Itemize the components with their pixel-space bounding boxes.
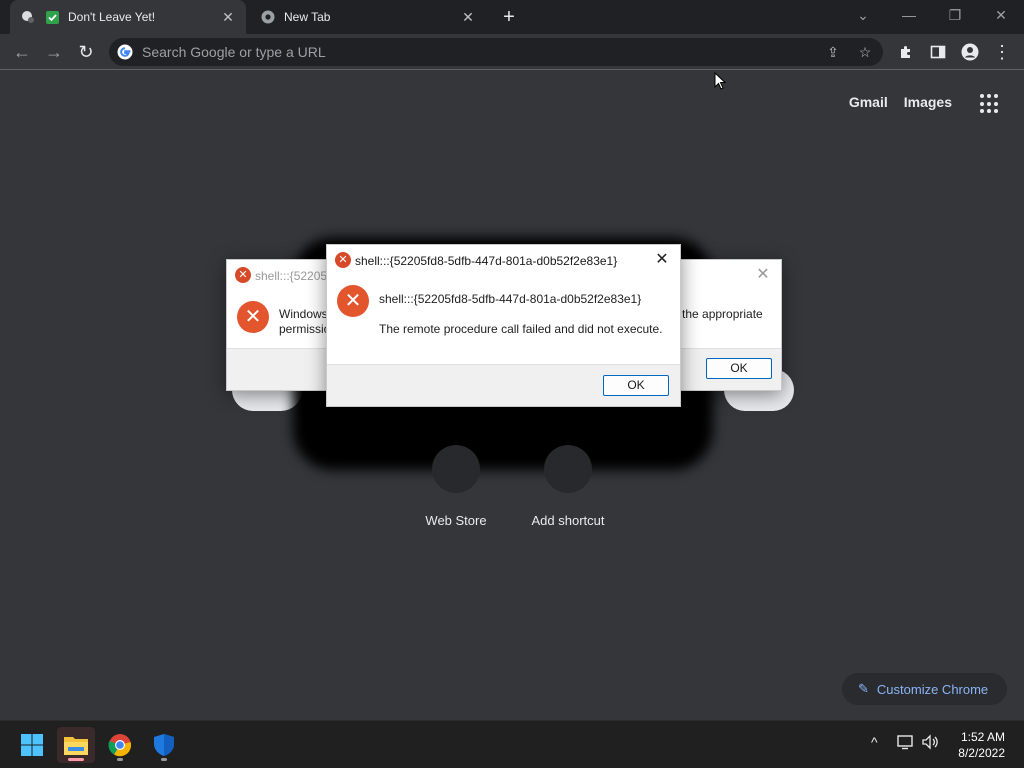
add-shortcut-icon	[544, 445, 592, 493]
foreground-error-dialog: ✕ shell:::{52205fd8-5dfb-447d-801a-d0b52…	[326, 244, 681, 407]
dialog-close-button[interactable]: ✕	[753, 265, 773, 285]
customize-chrome-button[interactable]: ✎ Customize Chrome	[842, 673, 1007, 705]
taskbar-clock[interactable]: 1:52 AM 8/2/2022	[958, 729, 1005, 761]
chrome-taskbar-icon[interactable]	[101, 727, 139, 763]
back-arrow-icon[interactable]: ←	[11, 41, 33, 63]
kebab-menu-icon[interactable]: ⋮	[991, 41, 1013, 63]
gmail-link[interactable]: Gmail	[849, 94, 888, 110]
tab-new-tab[interactable]: New Tab ✕	[250, 0, 486, 34]
shortcut-label: Add shortcut	[531, 513, 605, 528]
dialog-footer: OK	[327, 364, 680, 406]
pencil-icon: ✎	[858, 681, 869, 696]
dialog-message: the appropriate	[682, 307, 763, 321]
volume-icon[interactable]	[922, 734, 940, 753]
close-window-button[interactable]: ✕	[989, 6, 1013, 26]
bookmark-star-icon[interactable]: ☆	[856, 43, 874, 61]
mouse-cursor-icon	[714, 71, 727, 95]
tab-dont-leave-yet[interactable]: Don't Leave Yet! ✕	[10, 0, 246, 34]
dialog-heading: shell:::{52205fd8-5dfb-447d-801a-d0b52f2…	[379, 292, 642, 306]
google-g-icon	[117, 44, 133, 60]
show-hidden-icons-chevron-icon[interactable]: ^	[871, 734, 878, 750]
running-indicator	[117, 758, 123, 761]
google-apps-grid-icon[interactable]	[980, 94, 1000, 114]
restore-button[interactable]: ❐	[943, 6, 967, 26]
web-store-icon	[432, 445, 480, 493]
ok-button[interactable]: OK	[706, 358, 772, 379]
dialog-close-button[interactable]: ✕	[652, 250, 672, 270]
shortcut-add[interactable]: Add shortcut	[518, 445, 618, 528]
windows-security-shield-icon[interactable]	[145, 727, 183, 763]
ok-button[interactable]: OK	[603, 375, 669, 396]
active-indicator	[68, 758, 84, 761]
images-link[interactable]: Images	[904, 94, 952, 110]
dialog-message: permissio	[279, 322, 331, 336]
dialog-title: shell:::{52205fd8-5dfb-447d-801a-d0b52f2…	[355, 254, 618, 268]
shortcut-label: Web Store	[425, 513, 487, 528]
profile-avatar-icon[interactable]	[959, 41, 981, 63]
browser-toolbar: ← → ↻ Search Google or type a URL ⇪ ☆ ⋮	[0, 34, 1024, 70]
minimize-button[interactable]: —	[897, 6, 921, 26]
share-icon[interactable]: ⇪	[824, 43, 842, 61]
customize-label: Customize Chrome	[876, 681, 989, 697]
chrome-icon	[260, 9, 276, 25]
error-icon: ✕	[335, 252, 351, 268]
error-icon: ✕	[235, 267, 251, 283]
ntp-header-links: Gmail Images	[849, 94, 986, 110]
shortcut-web-store[interactable]: Web Store	[406, 445, 506, 528]
windows-start-icon[interactable]	[13, 727, 51, 763]
file-explorer-icon[interactable]	[57, 727, 95, 763]
dialog-message: The remote procedure call failed and did…	[379, 322, 663, 336]
dialog-message: Windows	[279, 307, 328, 321]
tab-title: Don't Leave Yet!	[68, 10, 156, 24]
network-icon[interactable]	[897, 734, 915, 753]
extension-icon	[20, 9, 36, 25]
tab-close-icon[interactable]: ✕	[460, 9, 476, 25]
address-placeholder: Search Google or type a URL	[142, 44, 326, 60]
address-bar[interactable]: Search Google or type a URL ⇪ ☆	[109, 38, 883, 66]
extensions-puzzle-icon[interactable]	[895, 41, 917, 63]
clock-date: 8/2/2022	[958, 746, 1005, 760]
reload-icon[interactable]: ↻	[75, 41, 97, 63]
forward-arrow-icon[interactable]: →	[43, 41, 65, 63]
running-indicator	[161, 758, 167, 761]
clock-time: 1:52 AM	[960, 730, 1005, 744]
tab-title: New Tab	[284, 10, 331, 24]
error-icon: ✕	[337, 285, 369, 317]
new-tab-plus-icon[interactable]: +	[498, 7, 520, 29]
dialog-title: shell:::{52205f	[255, 269, 331, 283]
windows-taskbar: ^ 1:52 AM 8/2/2022	[0, 720, 1024, 768]
green-check-icon	[44, 9, 60, 25]
tab-strip: Don't Leave Yet! ✕ New Tab ✕ + ⌄ — ❐ ✕	[0, 0, 1024, 34]
tab-search-chevron-icon[interactable]: ⌄	[851, 6, 875, 26]
tab-close-icon[interactable]: ✕	[220, 9, 236, 25]
error-icon: ✕	[237, 301, 269, 333]
side-panel-icon[interactable]	[927, 41, 949, 63]
